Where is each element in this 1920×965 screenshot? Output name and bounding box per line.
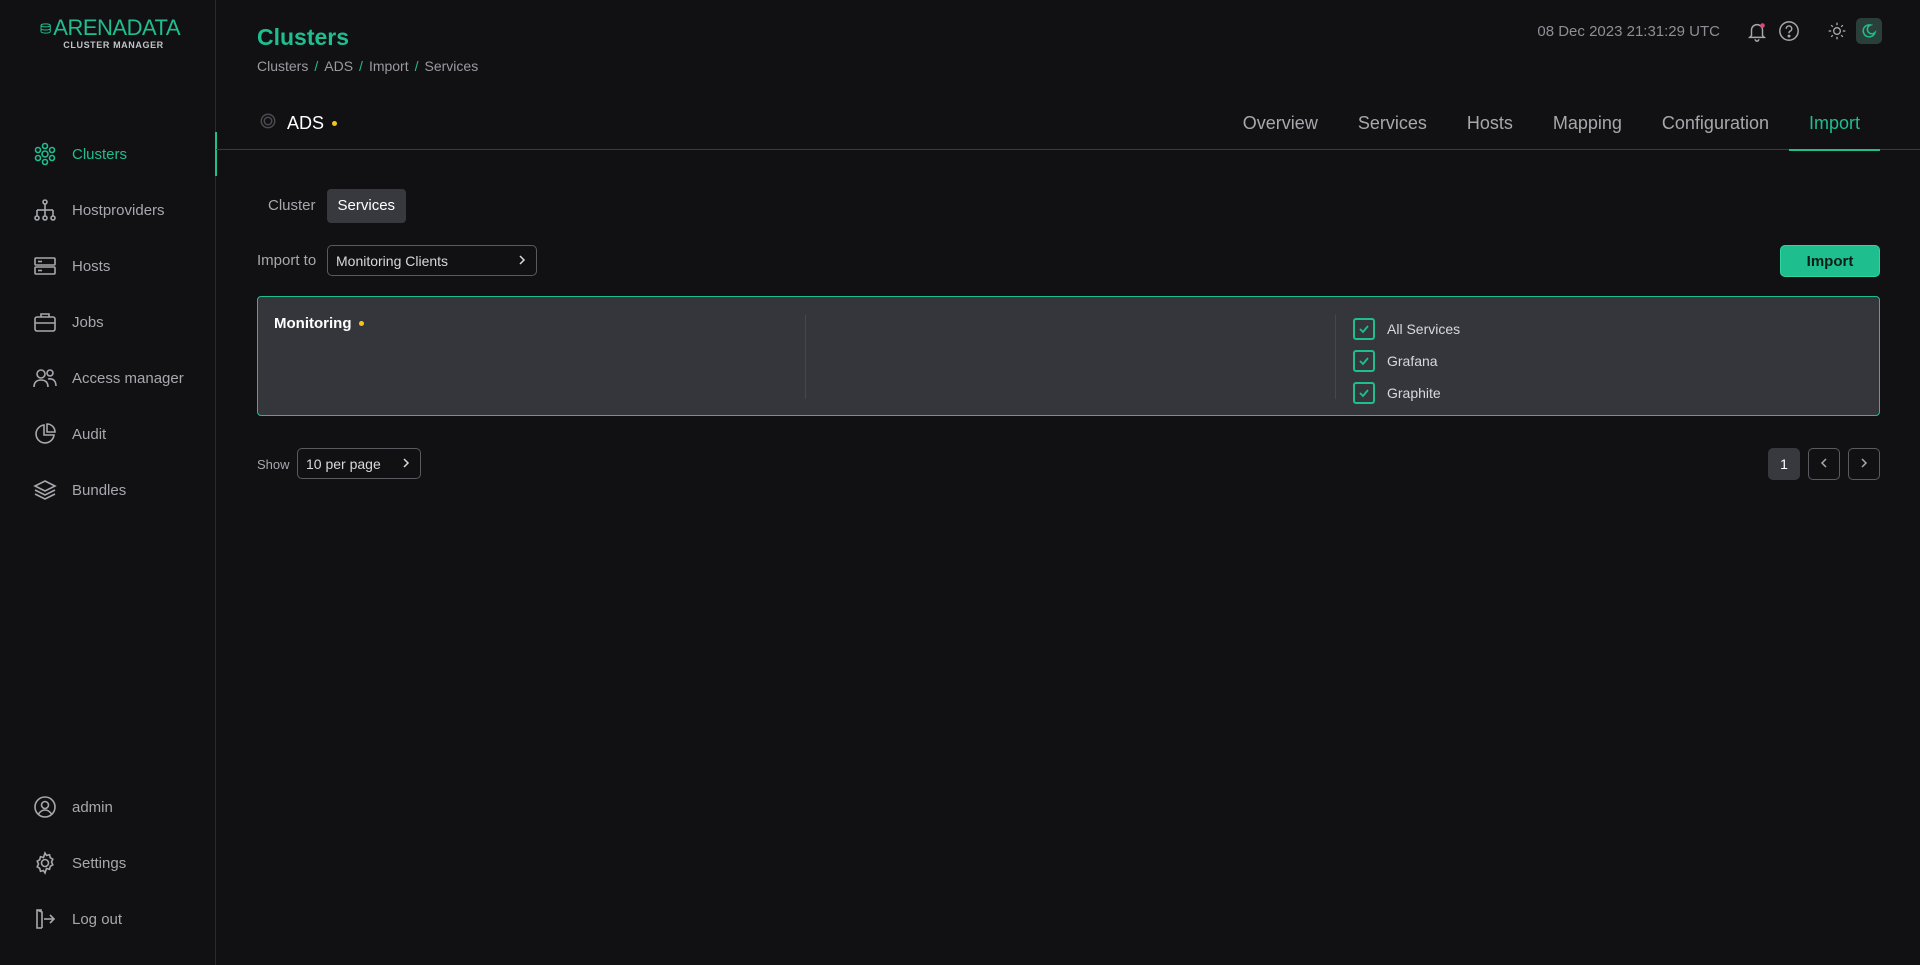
breadcrumb-separator: / <box>314 58 319 74</box>
sidebar-item-label: Log out <box>72 910 123 928</box>
prev-page-button[interactable] <box>1808 448 1840 480</box>
chevron-right-icon <box>400 456 412 472</box>
logo-subtitle: CLUSTER MANAGER <box>63 40 164 50</box>
status-dot <box>332 120 338 126</box>
import-button[interactable]: Import <box>1780 245 1880 277</box>
import-subtabs: Cluster Services <box>257 189 407 223</box>
hostproviders-icon <box>32 197 58 223</box>
import-card-title: Monitoring <box>274 315 365 332</box>
sidebar-item-label: Hosts <box>72 257 111 275</box>
cluster-status-icon <box>259 112 277 134</box>
topbar: 08 Dec 2023 21:31:29 UTC <box>1537 18 1882 44</box>
breadcrumb: Clusters / ADS / Import / Services <box>257 58 478 74</box>
checkbox-checked-icon <box>1353 350 1375 372</box>
column-divider <box>805 315 806 399</box>
import-to-select[interactable]: Monitoring Clients <box>327 245 537 276</box>
help-icon[interactable] <box>1776 18 1802 44</box>
user-icon <box>32 794 58 820</box>
logo-title: ARENADATA <box>53 15 180 40</box>
import-services-list: All Services Grafana Graphite <box>1353 313 1460 409</box>
logout-icon <box>32 906 58 932</box>
clusters-icon <box>32 141 58 167</box>
sidebar-item-jobs[interactable]: Jobs <box>0 294 216 350</box>
checkbox-label: Graphite <box>1387 385 1441 401</box>
checkbox-graphite[interactable]: Graphite <box>1353 377 1460 409</box>
logo-icon <box>40 23 51 34</box>
sidebar-item-label: Settings <box>72 854 127 872</box>
sidebar-item-label: Clusters <box>72 145 128 163</box>
hosts-icon <box>32 253 58 279</box>
status-dot <box>359 321 365 326</box>
settings-icon <box>32 850 58 876</box>
breadcrumb-item-ads[interactable]: ADS <box>324 58 353 74</box>
sidebar-item-admin[interactable]: admin <box>0 779 216 835</box>
breadcrumb-item-services: Services <box>424 58 479 74</box>
bell-icon[interactable] <box>1744 18 1770 44</box>
datetime: 08 Dec 2023 21:31:29 UTC <box>1537 22 1720 40</box>
sidebar-item-hosts[interactable]: Hosts <box>0 238 216 294</box>
breadcrumb-item-clusters[interactable]: Clusters <box>257 58 308 74</box>
audit-icon <box>32 421 58 447</box>
tab-mapping[interactable]: Mapping <box>1533 100 1642 150</box>
per-page-select[interactable]: 10 per page <box>297 448 421 479</box>
tab-hosts[interactable]: Hosts <box>1447 100 1533 150</box>
tab-services[interactable]: Services <box>1338 100 1447 150</box>
sidebar-item-label: Audit <box>72 425 107 443</box>
sidebar-item-hostproviders[interactable]: Hostproviders <box>0 182 216 238</box>
import-card: Monitoring All Services Grafana Graphite <box>257 296 1880 416</box>
per-page-value: 10 per page <box>306 455 381 472</box>
sidebar-item-logout[interactable]: Log out <box>0 891 216 947</box>
breadcrumb-separator: / <box>359 58 363 74</box>
checkbox-label: Grafana <box>1387 353 1438 369</box>
chevron-left-icon <box>1818 456 1830 472</box>
column-divider <box>1335 315 1336 399</box>
checkbox-checked-icon <box>1353 318 1375 340</box>
checkbox-all-services[interactable]: All Services <box>1353 313 1460 345</box>
sidebar-item-label: Access manager <box>72 369 184 387</box>
sidebar-item-audit[interactable]: Audit <box>0 406 216 462</box>
sun-icon[interactable] <box>1824 18 1850 44</box>
sidebar-item-label: Hostproviders <box>72 201 165 219</box>
sidebar-bottom-nav: admin Settings Log out <box>0 779 216 947</box>
breadcrumb-separator: / <box>414 58 419 74</box>
import-to-value: Monitoring Clients <box>336 252 449 269</box>
sidebar-item-clusters[interactable]: Clusters <box>0 126 217 182</box>
import-source-name: Monitoring <box>274 315 352 332</box>
access-manager-icon <box>32 365 58 391</box>
tab-configuration[interactable]: Configuration <box>1642 100 1789 150</box>
theme-toggle <box>1818 18 1882 44</box>
sidebar-item-settings[interactable]: Settings <box>0 835 216 891</box>
subtab-services[interactable]: Services <box>326 189 407 223</box>
next-page-button[interactable] <box>1848 448 1880 480</box>
chevron-right-icon <box>1858 456 1870 472</box>
sidebar-item-label: admin <box>72 798 113 816</box>
show-label: Show <box>257 457 290 472</box>
sidebar-item-bundles[interactable]: Bundles <box>0 462 216 518</box>
page-button-current[interactable]: 1 <box>1768 448 1800 480</box>
entity-name: ADS <box>287 112 325 133</box>
tabs: Overview Services Hosts Mapping Configur… <box>1223 100 1881 151</box>
jobs-icon <box>32 309 58 335</box>
tab-overview[interactable]: Overview <box>1223 100 1338 150</box>
import-to-label: Import to <box>257 252 317 269</box>
checkbox-label: All Services <box>1387 321 1461 337</box>
pagination: 1 <box>1768 448 1880 480</box>
sidebar-item-label: Jobs <box>72 313 104 331</box>
chevron-right-icon <box>516 253 528 269</box>
sidebar-item-access-manager[interactable]: Access manager <box>0 350 216 406</box>
tab-import[interactable]: Import <box>1788 100 1881 151</box>
subtab-cluster[interactable]: Cluster <box>257 189 327 223</box>
checkbox-grafana[interactable]: Grafana <box>1353 345 1460 377</box>
entity-header: ADS Overview Services Hosts Mapping Conf… <box>216 100 1920 151</box>
page-title: Clusters <box>257 24 350 50</box>
moon-icon[interactable] <box>1856 18 1882 44</box>
breadcrumb-item-import[interactable]: Import <box>369 58 409 74</box>
sidebar: ARENADATA CLUSTER MANAGER Clusters Hostp… <box>0 0 217 965</box>
sidebar-nav: Clusters Hostproviders Hosts Jobs Access… <box>0 126 217 518</box>
checkbox-checked-icon <box>1353 382 1375 404</box>
bundles-icon <box>32 477 58 503</box>
entity-title: ADS <box>259 112 338 134</box>
sidebar-item-label: Bundles <box>72 481 127 499</box>
logo[interactable]: ARENADATA CLUSTER MANAGER <box>40 16 180 56</box>
